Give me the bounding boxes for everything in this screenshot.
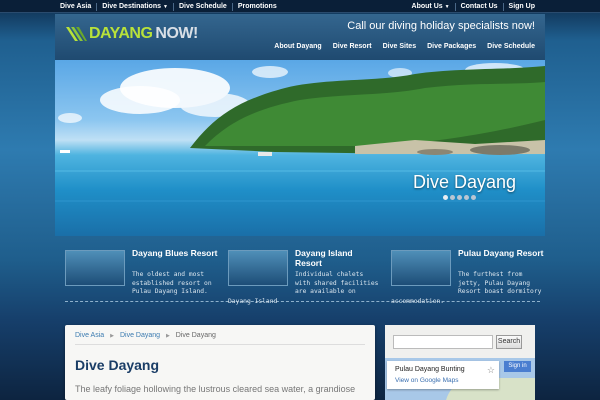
divider (75, 344, 365, 345)
breadcrumb-link[interactable]: Dive Asia (75, 332, 104, 339)
topnav-dive-destinations[interactable]: Dive Destinations ▼ (96, 3, 173, 11)
nav-dive-resort[interactable]: Dive Resort (333, 43, 372, 50)
resort-teasers: Dayang Blues Resort The oldest and most … (65, 245, 544, 300)
slider-dots (443, 195, 478, 200)
nav-dive-sites[interactable]: Dive Sites (383, 43, 416, 50)
breadcrumb: Dive Asia ▶ Dive Dayang ▶ Dive Dayang (75, 332, 216, 339)
teaser-text: The oldest and most established resort o… (132, 271, 212, 295)
topnav-dive-asia[interactable]: Dive Asia (60, 3, 96, 11)
teaser-overflow-text: Dayang Island (228, 298, 278, 305)
page-title: Dive Dayang (75, 357, 160, 373)
map-widget[interactable]: Pulau Dayang Bunting View on Google Maps… (385, 358, 535, 400)
teaser-title[interactable]: Dayang Blues Resort (132, 248, 218, 259)
topnav-about-us[interactable]: About Us ▼ (412, 3, 455, 11)
header-tagline: Call our diving holiday specialists now! (347, 20, 535, 32)
search-button[interactable]: Search (496, 335, 522, 349)
top-nav-right: About Us ▼ Contact Us Sign Up (412, 3, 540, 11)
top-nav-left: Dive Asia Dive Destinations ▼ Dive Schedu… (60, 3, 282, 11)
breadcrumb-link[interactable]: Dive Dayang (120, 332, 160, 339)
nav-dive-packages[interactable]: Dive Packages (427, 43, 476, 50)
teaser-title[interactable]: Pulau Dayang Resort (458, 248, 544, 259)
teaser-text: The furthest from jetty, Pulau Dayang Re… (458, 271, 542, 295)
logo-waves-icon (66, 27, 87, 41)
teaser-thumbnail[interactable] (391, 250, 451, 286)
logo-text-part2: NOW! (155, 25, 198, 42)
teaser-title[interactable]: Dayang Island Resort (295, 248, 381, 268)
logo-text-part1: DAYANG (89, 25, 153, 42)
teaser-thumbnail[interactable] (65, 250, 125, 286)
site-logo[interactable]: DAYANG NOW! (65, 25, 198, 43)
hero-caption: Dive Dayang (413, 172, 517, 192)
nav-about-dayang[interactable]: About Dayang (274, 43, 321, 50)
sidebar: Search Pulau Dayang Bunting View on Goog… (385, 325, 535, 400)
teaser-thumbnail[interactable] (228, 250, 288, 286)
slider-dot[interactable] (464, 195, 469, 200)
teaser-dayang-blues[interactable]: Dayang Blues Resort The oldest and most … (65, 245, 218, 300)
topnav-label: About Us (411, 3, 443, 10)
search-input[interactable] (393, 335, 493, 349)
map-info-card: Pulau Dayang Bunting View on Google Maps… (387, 361, 499, 389)
logo-text: DAYANG NOW! (89, 25, 198, 43)
map-place-title: Pulau Dayang Bunting (395, 366, 465, 373)
chevron-down-icon: ▼ (444, 4, 450, 10)
chevron-down-icon: ▼ (163, 4, 168, 10)
slider-dot[interactable] (457, 195, 462, 200)
teaser-dayang-island[interactable]: Dayang Island Resort Individual chalets … (228, 245, 378, 300)
topnav-label: Sign Up (508, 3, 535, 10)
topnav-label: Contact Us (460, 3, 498, 10)
map-sign-in-button[interactable]: Sign in (504, 361, 531, 372)
topnav-label: Promotions (237, 3, 277, 10)
breadcrumb-current: Dive Dayang (175, 332, 216, 339)
teaser-overflow-text: accommodation. (391, 298, 445, 305)
nav-dive-schedule[interactable]: Dive Schedule (487, 43, 535, 50)
star-icon[interactable]: ☆ (487, 365, 495, 376)
teaser-text: Individual chalets with shared facilitie… (295, 271, 379, 295)
topnav-label: Dive Asia (60, 3, 92, 10)
main-nav: About Dayang Dive Resort Dive Sites Dive… (263, 43, 535, 50)
slider-dot[interactable] (450, 195, 455, 200)
slider-dot[interactable] (471, 195, 476, 200)
view-on-google-maps-link[interactable]: View on Google Maps (395, 377, 458, 384)
main-content: Dive Asia ▶ Dive Dayang ▶ Dive Dayang Di… (65, 325, 375, 400)
topnav-sign-up[interactable]: Sign Up (502, 3, 540, 11)
topnav-promotions[interactable]: Promotions (231, 3, 282, 11)
teaser-pulau-dayang[interactable]: Pulau Dayang Resort The furthest from je… (391, 245, 544, 300)
breadcrumb-separator-icon: ▶ (110, 333, 114, 339)
topnav-dive-schedule[interactable]: Dive Schedule (172, 3, 232, 11)
topnav-contact-us[interactable]: Contact Us (454, 3, 503, 11)
hero-island-photo (55, 63, 545, 202)
topnav-label: Dive Destinations (102, 3, 162, 10)
breadcrumb-separator-icon: ▶ (165, 333, 170, 339)
intro-paragraph: The leafy foliage hollowing the lustrous… (75, 384, 356, 394)
site-header: DAYANG NOW! Call our diving holiday speci… (55, 14, 545, 60)
slider-dot[interactable] (443, 195, 448, 200)
top-bar: Dive Asia Dive Destinations ▼ Dive Schedu… (0, 0, 600, 13)
hero-slider[interactable]: Dive Dayang (55, 60, 545, 236)
topnav-label: Dive Schedule (178, 3, 227, 10)
teaser-divider (65, 301, 540, 302)
